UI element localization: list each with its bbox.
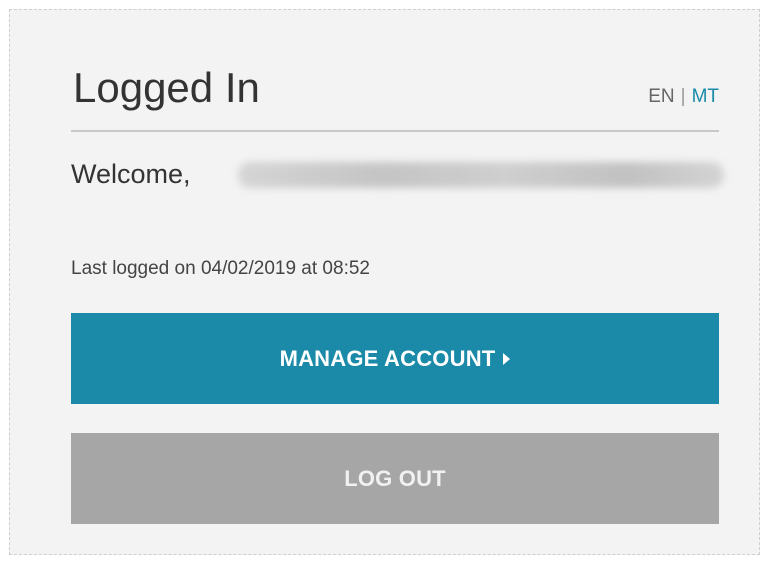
language-mt-link[interactable]: MT: [692, 86, 719, 107]
language-switcher: EN | MT: [648, 87, 719, 106]
welcome-label: Welcome,: [71, 159, 191, 189]
header-divider: [71, 130, 719, 132]
manage-account-button[interactable]: MANAGE ACCOUNT: [71, 313, 719, 404]
logout-button[interactable]: LOG OUT: [71, 433, 719, 524]
page-title: Logged In: [73, 64, 260, 111]
language-separator: |: [680, 86, 686, 107]
logout-label: LOG OUT: [344, 465, 446, 491]
user-name-redacted: [238, 162, 724, 188]
login-status-panel: Logged In EN | MT Welcome, Last logged on …: [9, 9, 760, 555]
caret-right-icon: [503, 352, 511, 365]
manage-account-label: MANAGE ACCOUNT: [279, 345, 496, 371]
last-logged-text: Last logged on 04/02/2019 at 08:52: [71, 258, 370, 279]
language-en-link[interactable]: EN: [648, 86, 674, 107]
